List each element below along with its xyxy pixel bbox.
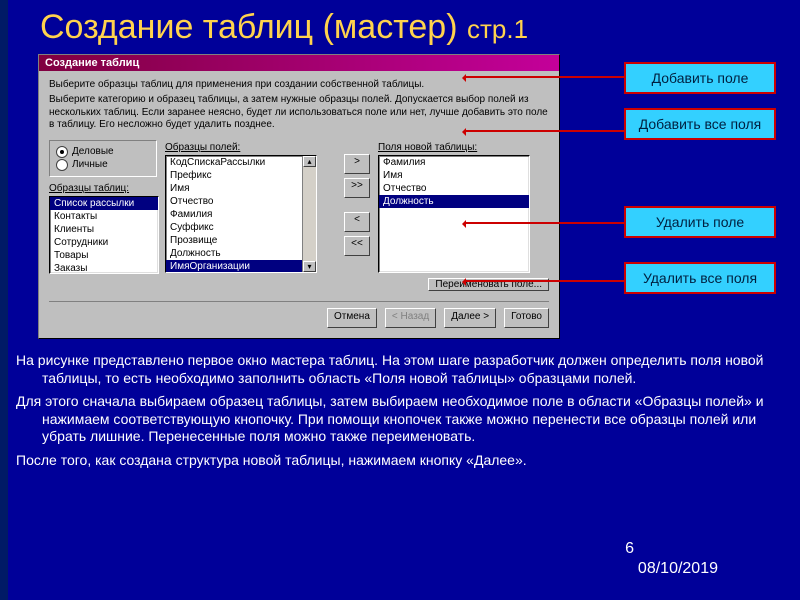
cancel-button[interactable]: Отмена bbox=[327, 308, 377, 328]
list-item[interactable]: Заказы bbox=[50, 262, 158, 274]
radio-dot-icon bbox=[56, 159, 68, 171]
slide-number: 6 bbox=[625, 540, 634, 558]
list-item[interactable]: Имя bbox=[166, 182, 316, 195]
finish-button[interactable]: Готово bbox=[504, 308, 549, 328]
annotation-remove-all-fields: Удалить все поля bbox=[624, 262, 776, 294]
wizard-dialog: Создание таблиц Выберите образцы таблиц … bbox=[38, 54, 560, 339]
list-item[interactable]: Фамилия bbox=[379, 156, 529, 169]
slide-date: 08/10/2019 bbox=[638, 560, 718, 578]
list-item[interactable]: Прозвище bbox=[166, 234, 316, 247]
callout-arrow bbox=[464, 280, 624, 282]
remove-field-button[interactable]: < bbox=[344, 212, 370, 232]
radio-dot-icon bbox=[56, 146, 68, 158]
list-item[interactable]: Отчество bbox=[379, 182, 529, 195]
list-item[interactable]: Фамилия bbox=[166, 208, 316, 221]
radio-personal[interactable]: Личные bbox=[56, 159, 150, 171]
body-paragraph-3: После того, как создана структура новой … bbox=[0, 452, 780, 476]
callout-arrow bbox=[464, 222, 624, 224]
label-new-table-fields: Поля новой таблицы: bbox=[378, 142, 549, 153]
callout-arrow bbox=[464, 76, 624, 78]
slide-title: Создание таблиц (мастер) стр.1 bbox=[0, 0, 800, 51]
list-item[interactable]: ИмяОрганизации bbox=[166, 260, 316, 273]
annotation-add-all-fields: Добавить все поля bbox=[624, 108, 776, 140]
back-button[interactable]: < Назад bbox=[385, 308, 436, 328]
dialog-titlebar: Создание таблиц bbox=[39, 55, 559, 71]
listbox-table-samples[interactable]: Список рассылки Контакты Клиенты Сотрудн… bbox=[49, 196, 159, 274]
category-radiogroup: Деловые Личные bbox=[49, 140, 157, 177]
listbox-sample-fields[interactable]: КодСпискаРассылки Префикс Имя Отчество Ф… bbox=[165, 155, 317, 273]
body-paragraph-2: Для этого сначала выбираем образец табли… bbox=[0, 393, 780, 452]
list-item[interactable]: Сотрудники bbox=[50, 236, 158, 249]
list-item[interactable]: Клиенты bbox=[50, 223, 158, 236]
list-item[interactable]: Суффикс bbox=[166, 221, 316, 234]
annotation-add-field: Добавить поле bbox=[624, 62, 776, 94]
label-sample-fields: Образцы полей: bbox=[165, 142, 336, 153]
body-paragraph-1: На рисунке представлено первое окно маст… bbox=[0, 352, 780, 393]
dialog-instruction-2: Выберите категорию и образец таблицы, а … bbox=[49, 94, 549, 132]
radio-business[interactable]: Деловые bbox=[56, 146, 150, 158]
list-item[interactable]: Отчество bbox=[166, 195, 316, 208]
list-item[interactable]: Контакты bbox=[50, 210, 158, 223]
list-item[interactable]: КодСпискаРассылки bbox=[166, 156, 316, 169]
listbox-new-table-fields[interactable]: Фамилия Имя Отчество Должность bbox=[378, 155, 530, 273]
callout-arrow bbox=[464, 130, 624, 132]
list-item[interactable]: Должность bbox=[166, 247, 316, 260]
title-page: стр.1 bbox=[467, 14, 528, 44]
next-button[interactable]: Далее > bbox=[444, 308, 496, 328]
annotation-remove-field: Удалить поле bbox=[624, 206, 776, 238]
label-samples: Образцы таблиц: bbox=[49, 183, 157, 194]
dialog-instruction-1: Выберите образцы таблиц для применения п… bbox=[49, 79, 549, 90]
list-item[interactable]: Имя bbox=[379, 169, 529, 182]
list-item[interactable]: Список рассылки bbox=[50, 197, 158, 210]
add-field-button[interactable]: > bbox=[344, 154, 370, 174]
remove-all-fields-button[interactable]: << bbox=[344, 236, 370, 256]
scrollbar[interactable] bbox=[302, 156, 316, 272]
list-item[interactable]: Товары bbox=[50, 249, 158, 262]
title-main: Создание таблиц (мастер) bbox=[40, 8, 458, 46]
list-item[interactable]: Должность bbox=[379, 195, 529, 208]
list-item[interactable]: Префикс bbox=[166, 169, 316, 182]
add-all-fields-button[interactable]: >> bbox=[344, 178, 370, 198]
